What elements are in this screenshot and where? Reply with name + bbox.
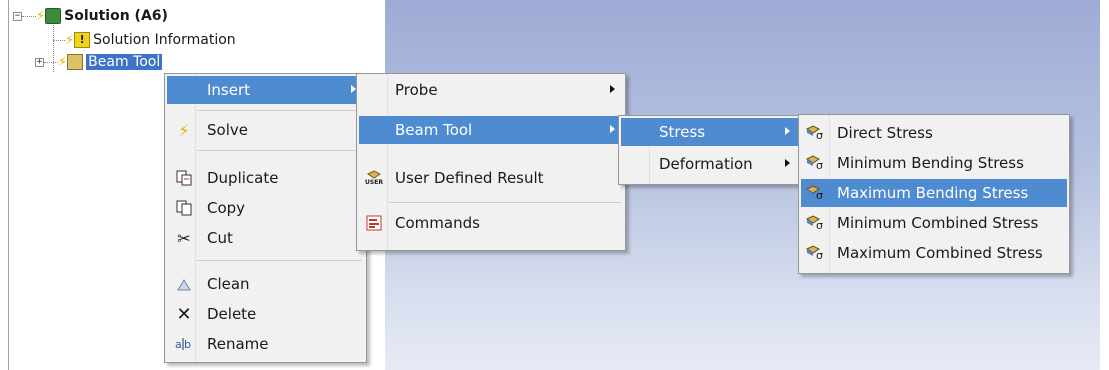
submenu-arrow-icon (610, 125, 615, 133)
tree-connector (44, 61, 58, 63)
menu-item-stress[interactable]: Stress (621, 118, 798, 146)
menu-item-label: Cut (207, 229, 233, 247)
info-icon: ! (74, 32, 91, 48)
menu-item-copy[interactable]: Copy (167, 194, 364, 222)
solved-status-icon: ⚡ (58, 54, 68, 70)
menu-item-label: Duplicate (207, 169, 279, 187)
user-defined-result-icon: USER (365, 169, 383, 187)
menu-item-beam-tool[interactable]: Beam Tool (359, 116, 623, 144)
menu-item-label: Rename (207, 335, 269, 353)
tree-item-beam-tool[interactable]: + ⚡ Beam Tool (35, 52, 163, 72)
context-menu: Insert ⚡ Solve Duplicate Copy ✂ Cut Clea… (164, 73, 367, 363)
menu-item-label: Copy (207, 199, 246, 217)
stress-result-icon: σ (805, 154, 823, 172)
solved-status-icon: ⚡ (36, 8, 46, 24)
stress-result-icon: σ (805, 184, 823, 202)
beam-tool-icon (67, 54, 84, 70)
tree-item-label: Solution Information (93, 32, 236, 48)
menu-separator (389, 202, 621, 203)
menu-item-label: User Defined Result (395, 169, 544, 187)
submenu-arrow-icon (785, 127, 790, 135)
svg-text:b: b (184, 338, 191, 351)
menu-item-label: Minimum Combined Stress (837, 214, 1039, 232)
menu-item-label: Direct Stress (837, 124, 933, 142)
menu-item-label: Solve (207, 121, 248, 139)
expand-icon[interactable]: + (35, 57, 44, 67)
menu-item-direct-stress[interactable]: σ Direct Stress (801, 119, 1067, 147)
solve-icon: ⚡ (178, 120, 190, 140)
menu-item-label: Minimum Bending Stress (837, 154, 1024, 172)
window-edge (1100, 0, 1109, 370)
submenu-arrow-icon (610, 85, 615, 93)
solved-status-icon: ⚡ (65, 32, 75, 48)
menu-item-label: Probe (395, 81, 438, 99)
menu-item-minimum-combined-stress[interactable]: σ Minimum Combined Stress (801, 209, 1067, 237)
stress-result-icon: σ (805, 244, 823, 262)
menu-item-user-defined-result[interactable]: USER User Defined Result (359, 164, 623, 192)
menu-item-rename[interactable]: ab Rename (167, 330, 364, 358)
commands-icon (365, 214, 383, 232)
menu-item-commands[interactable]: Commands (359, 209, 623, 237)
clean-icon (175, 275, 193, 293)
tree-connector (53, 39, 65, 41)
tree-item-label: Beam Tool (86, 54, 163, 70)
menu-item-label: Maximum Bending Stress (837, 184, 1029, 202)
stress-result-icon: σ (805, 124, 823, 142)
collapse-icon[interactable]: − (13, 11, 22, 21)
menu-item-solve[interactable]: ⚡ Solve (167, 116, 364, 144)
menu-item-label: Stress (659, 123, 706, 141)
tree-item-solution-information[interactable]: ⚡ ! Solution Information (53, 30, 236, 50)
tree-connector (22, 15, 36, 17)
menu-item-label: Delete (207, 305, 257, 323)
insert-submenu: Probe Beam Tool USER User Defined Result… (356, 73, 626, 251)
menu-item-duplicate[interactable]: Duplicate (167, 164, 364, 192)
duplicate-icon (175, 169, 193, 187)
menu-item-maximum-combined-stress[interactable]: σ Maximum Combined Stress (801, 239, 1067, 267)
solution-icon (45, 8, 62, 24)
menu-item-label: Maximum Combined Stress (837, 244, 1043, 262)
svg-text:a: a (175, 338, 182, 351)
menu-item-clean[interactable]: Clean (167, 270, 364, 298)
menu-item-delete[interactable]: ✕ Delete (167, 300, 364, 328)
menu-item-deformation[interactable]: Deformation (621, 150, 798, 178)
stress-result-icon: σ (805, 214, 823, 232)
tree-item-solution[interactable]: − ⚡ Solution (A6) (13, 6, 168, 26)
menu-item-label: Commands (395, 214, 480, 232)
menu-item-probe[interactable]: Probe (359, 76, 623, 104)
beam-tool-submenu: Stress Deformation (618, 115, 801, 185)
submenu-arrow-icon (785, 159, 790, 167)
user-icon-text: USER (365, 179, 383, 186)
rename-icon: ab (175, 335, 193, 353)
menu-item-label: Clean (207, 275, 250, 293)
menu-item-cut[interactable]: ✂ Cut (167, 224, 364, 252)
tree-item-label: Solution (A6) (64, 8, 168, 24)
menu-item-label: Deformation (659, 155, 753, 173)
menu-item-maximum-bending-stress[interactable]: σ Maximum Bending Stress (801, 179, 1067, 207)
menu-item-label: Beam Tool (395, 121, 473, 139)
menu-item-minimum-bending-stress[interactable]: σ Minimum Bending Stress (801, 149, 1067, 177)
stress-submenu: σ Direct Stress σ Minimum Bending Stress… (798, 114, 1070, 274)
delete-icon: ✕ (176, 303, 192, 325)
menu-separator (197, 260, 362, 261)
menu-item-insert[interactable]: Insert (167, 76, 364, 104)
menu-separator (197, 110, 362, 111)
copy-icon (175, 199, 193, 217)
cut-icon: ✂ (177, 228, 191, 248)
menu-item-label: Insert (207, 81, 251, 99)
menu-separator (197, 150, 362, 151)
